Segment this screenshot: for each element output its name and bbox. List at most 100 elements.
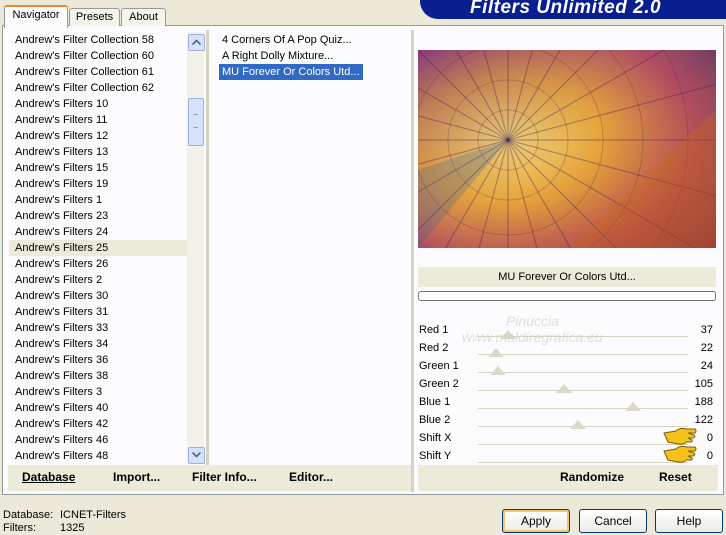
slider-thumb[interactable] <box>556 384 573 393</box>
slider-track <box>478 372 688 373</box>
category-item[interactable]: Andrew's Filters 11 <box>9 112 189 128</box>
slider-green-2[interactable]: Green 2 105 <box>418 375 716 393</box>
slider-label: Red 1 <box>419 324 449 336</box>
category-item[interactable]: Andrew's Filters 40 <box>9 400 189 416</box>
app-title: Filters Unlimited 2.0 <box>470 0 662 18</box>
status-filters-value: 1325 <box>60 522 85 534</box>
slider-track <box>478 408 688 409</box>
status-database: Database: ICNET-Filters <box>3 509 126 521</box>
action-bar: Database Import... Filter Info... Editor… <box>8 465 411 491</box>
slider-shift-y[interactable]: Shift Y 0 <box>418 445 716 465</box>
category-item[interactable]: Andrew's Filters 1 <box>9 192 189 208</box>
category-item[interactable]: Andrew's Filters 12 <box>9 128 189 144</box>
slider-label: Shift Y <box>419 450 452 462</box>
category-item[interactable]: Andrew's Filters 15 <box>9 160 189 176</box>
reset-button[interactable]: Reset <box>659 470 692 484</box>
scroll-grip-icon <box>193 114 198 128</box>
filter-info-button[interactable]: Filter Info... <box>192 470 257 484</box>
slider-value: 37 <box>700 324 713 336</box>
slider-thumb[interactable] <box>570 420 587 429</box>
slider-value: 0 <box>706 432 713 444</box>
category-item[interactable]: Andrew's Filters 2 <box>9 272 189 288</box>
slider-value: 24 <box>700 360 713 372</box>
category-item[interactable]: Andrew's Filter Collection 61 <box>9 64 189 80</box>
category-item[interactable]: Andrew's Filter Collection 62 <box>9 80 189 96</box>
status-database-label: Database: <box>3 509 54 521</box>
category-item[interactable]: Andrew's Filters 30 <box>9 288 189 304</box>
category-item[interactable]: Andrew's Filters 46 <box>9 432 189 448</box>
chevron-up-icon <box>191 39 202 46</box>
slider-track <box>478 390 688 391</box>
editor-label: Editor... <box>289 470 334 484</box>
category-item[interactable]: Andrew's Filters 24 <box>9 224 189 240</box>
slider-label: Shift X <box>419 432 452 444</box>
category-item[interactable]: Andrew's Filters 25 <box>9 240 189 256</box>
help-button[interactable]: Help <box>655 509 723 533</box>
slider-label: Blue 1 <box>419 396 451 408</box>
hand-pointer-icon[interactable] <box>662 425 698 445</box>
category-item[interactable]: Andrew's Filters 33 <box>9 320 189 336</box>
category-scrollbar[interactable] <box>187 32 204 464</box>
category-item[interactable]: Andrew's Filter Collection 60 <box>9 48 189 64</box>
tab-about[interactable]: About <box>121 8 166 26</box>
tab-presets[interactable]: Presets <box>69 8 120 26</box>
slider-value: 0 <box>706 450 713 462</box>
category-item[interactable]: Andrew's Filters 10 <box>9 96 189 112</box>
slider-thumb[interactable] <box>488 348 505 357</box>
slider-blue-1[interactable]: Blue 1 188 <box>418 393 716 411</box>
category-item[interactable]: Andrew's Filters 23 <box>9 208 189 224</box>
slider-value: 188 <box>694 396 713 408</box>
category-item[interactable]: Andrew's Filter Collection 58 <box>9 32 189 48</box>
import-label: Import... <box>113 470 161 484</box>
scroll-up-button[interactable] <box>188 34 205 51</box>
slider-thumb[interactable] <box>489 366 506 375</box>
status-filters-label: Filters: <box>3 522 36 534</box>
category-item[interactable]: Andrew's Filters 36 <box>9 352 189 368</box>
preset-bar: Randomize Reset <box>418 465 718 491</box>
category-list[interactable]: Andrew's Filter Collection 58 Andrew's Fi… <box>9 32 189 464</box>
progress-bar <box>418 291 716 301</box>
category-item[interactable]: Andrew's Filters 42 <box>9 416 189 432</box>
slider-track <box>478 462 688 463</box>
slider-label: Red 2 <box>419 342 449 354</box>
import-button[interactable]: Import... <box>113 470 160 484</box>
slider-label: Green 1 <box>419 360 459 372</box>
filter-item[interactable]: 4 Corners Of A Pop Quiz... <box>219 32 355 48</box>
slider-track <box>478 354 688 355</box>
category-item[interactable]: Andrew's Filters 3 <box>9 384 189 400</box>
chevron-down-icon <box>191 451 202 458</box>
apply-button[interactable]: Apply <box>502 509 570 533</box>
category-item[interactable]: Andrew's Filters 13 <box>9 144 189 160</box>
filter-info-label: Filter Info... <box>192 470 257 484</box>
status-filters: Filters: 1325 <box>3 522 84 534</box>
status-database-value: ICNET-Filters <box>60 509 126 521</box>
tab-navigator[interactable]: Navigator <box>4 5 68 28</box>
cancel-button[interactable]: Cancel <box>579 509 647 533</box>
slider-thumb[interactable] <box>624 402 641 411</box>
randomize-button[interactable]: Randomize <box>560 470 624 484</box>
filter-name-bar: MU Forever Or Colors Utd... <box>418 267 716 287</box>
database-button[interactable]: Database <box>22 470 75 484</box>
slider-value: 22 <box>700 342 713 354</box>
slider-track <box>478 444 688 445</box>
hand-pointer-icon[interactable] <box>662 443 698 463</box>
filter-list[interactable]: 4 Corners Of A Pop Quiz... A Right Dolly … <box>218 32 409 81</box>
divider <box>411 30 414 492</box>
filter-item[interactable]: MU Forever Or Colors Utd... <box>218 63 364 81</box>
editor-button[interactable]: Editor... <box>289 470 333 484</box>
category-item[interactable]: Andrew's Filters 34 <box>9 336 189 352</box>
category-item[interactable]: Andrew's Filters 26 <box>9 256 189 272</box>
filter-item[interactable]: A Right Dolly Mixture... <box>219 48 336 64</box>
watermark-line1: Pinuccia <box>505 313 559 329</box>
category-item[interactable]: Andrew's Filters 19 <box>9 176 189 192</box>
slider-green-1[interactable]: Green 1 24 <box>418 357 716 375</box>
slider-value: 105 <box>694 378 713 390</box>
category-item[interactable]: Andrew's Filters 48 <box>9 448 189 464</box>
scroll-down-button[interactable] <box>188 447 205 464</box>
category-item[interactable]: Andrew's Filters 31 <box>9 304 189 320</box>
category-item[interactable]: Andrew's Filters 38 <box>9 368 189 384</box>
slider-label: Green 2 <box>419 378 459 390</box>
preview-image <box>418 50 716 248</box>
divider <box>206 30 209 465</box>
preview-art <box>418 50 716 248</box>
